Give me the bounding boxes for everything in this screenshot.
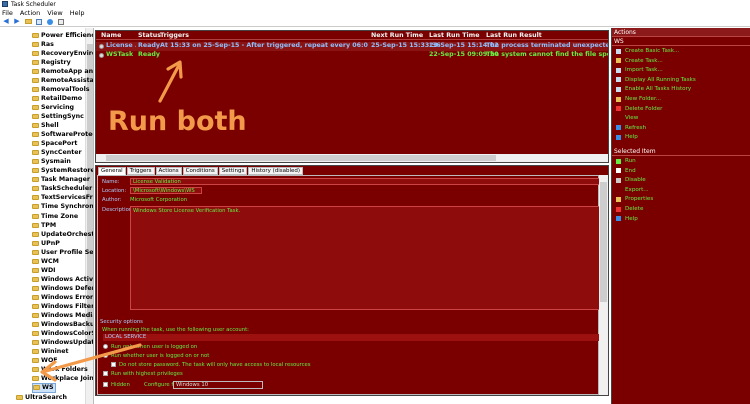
arrow-down-shaft <box>44 343 142 373</box>
arrow-up-shaft <box>158 63 181 103</box>
